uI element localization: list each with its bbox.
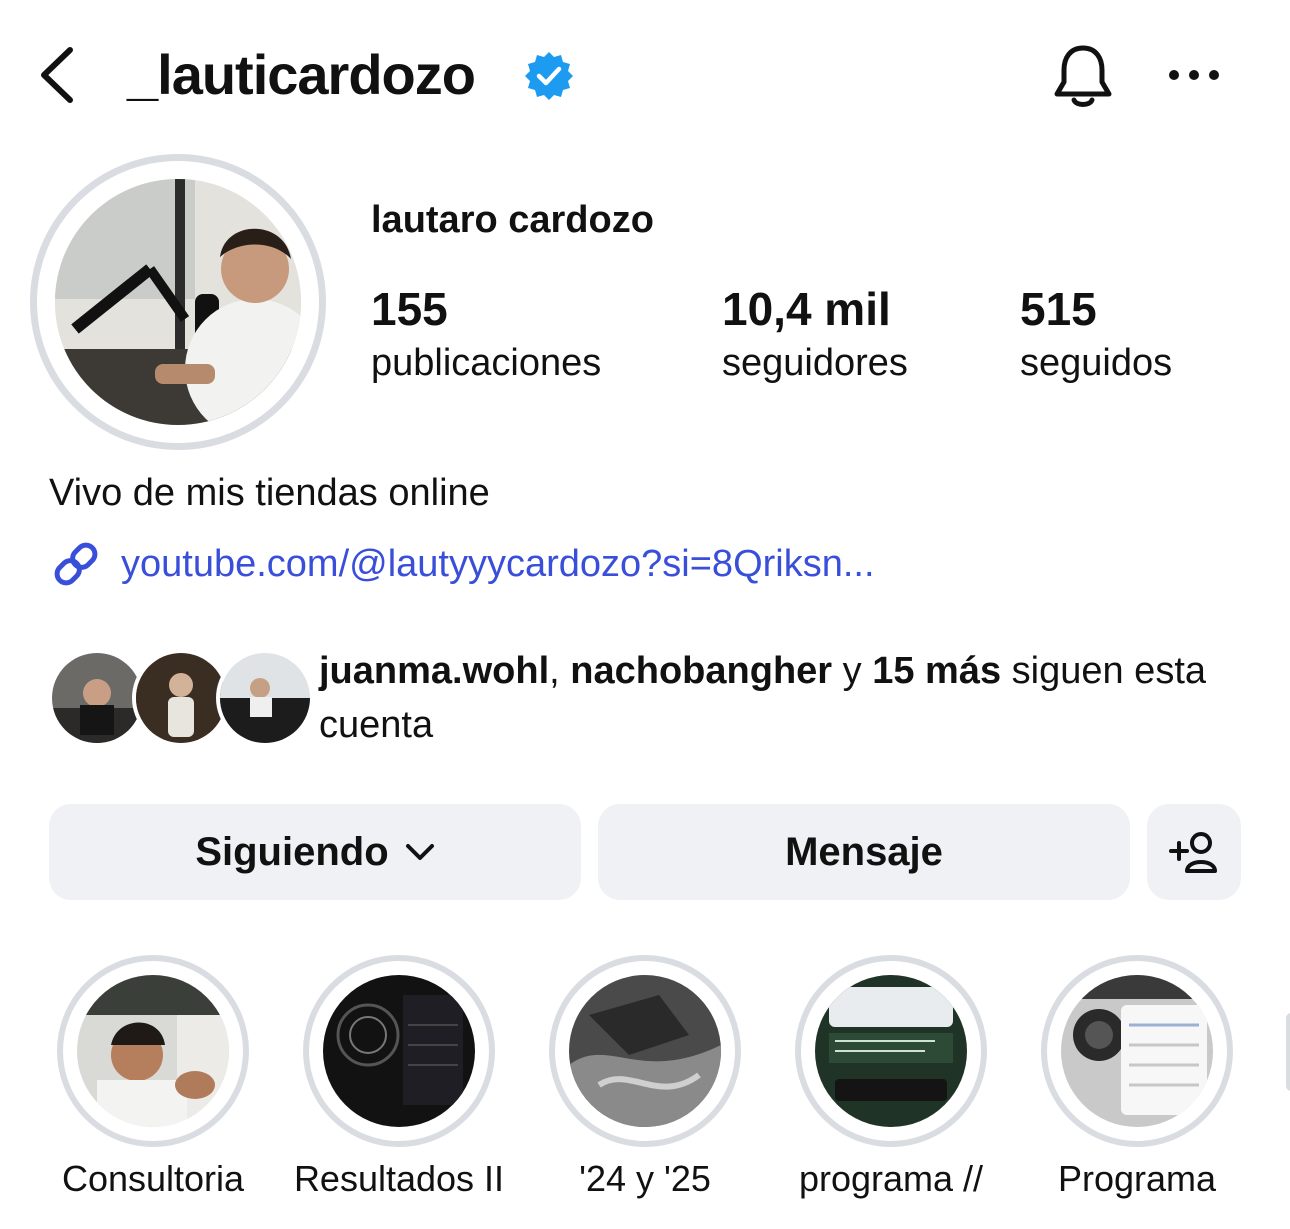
mutual-user-1[interactable]: juanma.wohl (319, 650, 549, 692)
mutual-followers-avatars[interactable] (48, 649, 314, 749)
highlight-label: '24 y '25 (579, 1158, 711, 1199)
highlight-ring (57, 955, 249, 1147)
mutual-separator: y (832, 650, 873, 692)
chevron-down-icon (405, 844, 434, 860)
highlight-label: Resultados II (293, 1158, 505, 1199)
profile-full-name: lautaro cardozo (371, 199, 654, 241)
stat-following[interactable]: 515 seguidos (1020, 280, 1172, 388)
chevron-left-icon (41, 47, 73, 103)
stat-posts-value: 155 (371, 283, 448, 335)
following-button[interactable]: Siguiendo (49, 804, 581, 900)
link-icon (54, 542, 98, 586)
highlight-ring (303, 955, 495, 1147)
verified-badge-icon (525, 52, 573, 100)
highlight-item[interactable]: '24 y '25 (549, 955, 741, 1199)
stat-posts-label: publicaciones (371, 342, 602, 384)
mutual-user-2[interactable]: nachobangher (570, 650, 832, 692)
notifications-button[interactable] (1050, 40, 1116, 112)
add-person-icon (1169, 832, 1217, 873)
more-options-button[interactable] (1162, 55, 1226, 95)
more-horizontal-icon (1169, 70, 1219, 80)
highlight-cover (1061, 975, 1213, 1127)
highlight-ring-partial (1286, 1013, 1290, 1091)
profile-avatar (55, 179, 301, 425)
following-button-label: Siguiendo (195, 829, 389, 874)
mutual-avatar (216, 649, 314, 747)
suggest-people-button[interactable] (1147, 804, 1241, 900)
message-button[interactable]: Mensaje (598, 804, 1130, 900)
stat-following-label: seguidos (1020, 342, 1173, 384)
highlight-item[interactable]: programa // (795, 955, 987, 1199)
top-bar: _lauticardozo (0, 0, 1290, 150)
highlight-label: Consultoria (61, 1158, 245, 1199)
highlight-ring (795, 955, 987, 1147)
profile-avatar-ring[interactable] (30, 154, 326, 450)
stat-posts[interactable]: 155 publicaciones (371, 280, 601, 388)
highlight-label: programa // (798, 1158, 984, 1199)
highlight-label: Programa (1057, 1158, 1217, 1199)
highlight-item[interactable]: Resultados II (294, 955, 504, 1199)
stat-followers[interactable]: 10,4 mil seguidores (722, 280, 908, 388)
mutual-separator: , (549, 650, 571, 692)
bell-icon (1054, 45, 1112, 107)
back-button[interactable] (30, 40, 90, 110)
highlight-cover (323, 975, 475, 1127)
profile-link[interactable]: youtube.com/@lautyyycardozo?si=8Qriksn..… (49, 536, 875, 592)
highlight-cover (815, 975, 967, 1127)
stat-followers-label: seguidores (722, 342, 908, 384)
highlight-item[interactable]: Consultoria (57, 955, 249, 1199)
highlight-cover (77, 975, 229, 1127)
profile-bio: Vivo de mis tiendas online (49, 472, 490, 514)
highlight-cover (569, 975, 721, 1127)
stat-followers-value: 10,4 mil (722, 283, 891, 335)
message-button-label: Mensaje (785, 829, 943, 874)
profile-link-text: youtube.com/@lautyyycardozo?si=8Qriksn..… (121, 543, 875, 585)
stat-following-value: 515 (1020, 283, 1097, 335)
highlight-ring (549, 955, 741, 1147)
mutual-more-count[interactable]: 15 más (872, 650, 1001, 692)
highlight-ring (1041, 955, 1233, 1147)
highlight-item[interactable]: Programa (1041, 955, 1233, 1199)
mutual-followers-text[interactable]: juanma.wohl, nachobangher y 15 más sigue… (319, 644, 1259, 752)
profile-username: _lauticardozo (127, 43, 476, 106)
